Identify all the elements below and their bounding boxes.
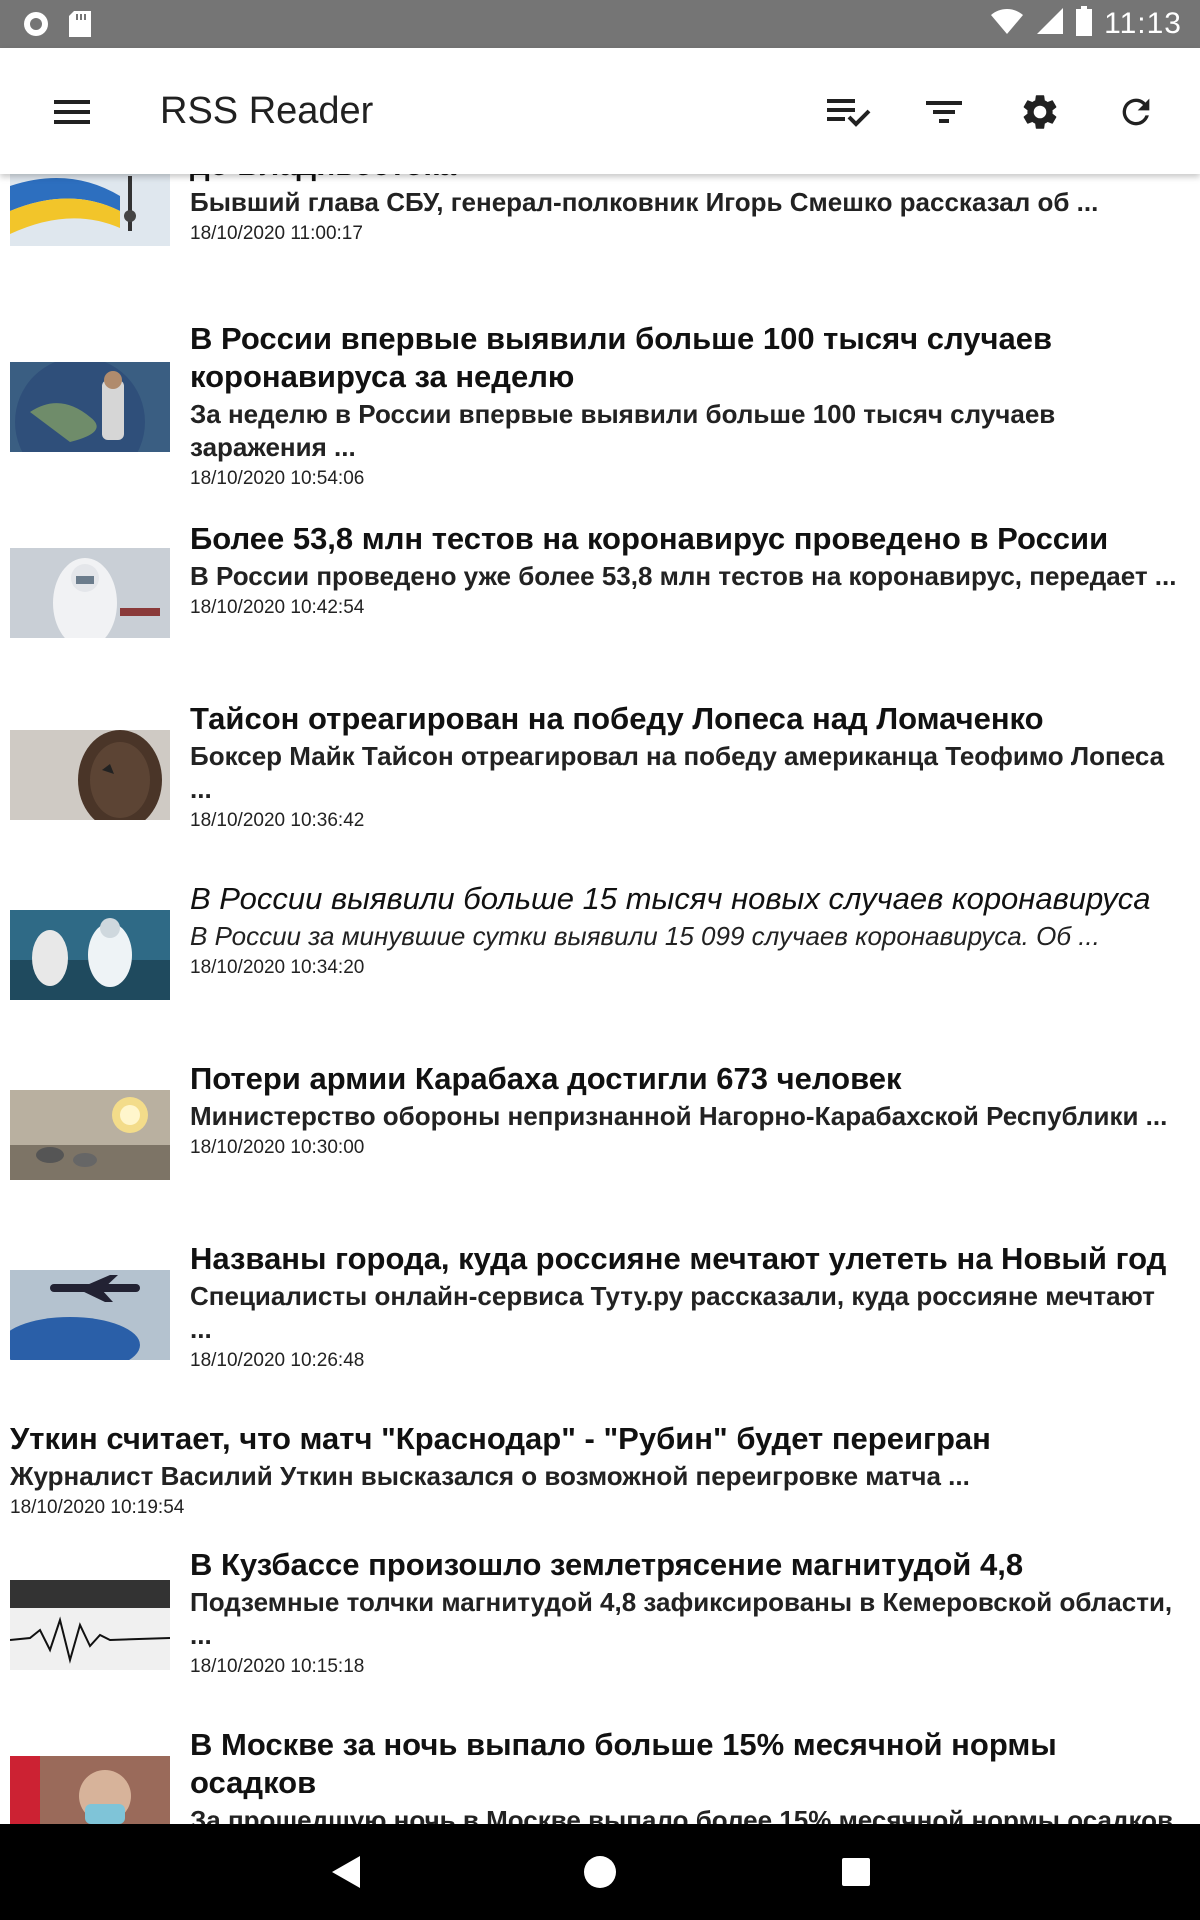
list-item[interactable]: В России впервые выявили больше 100 тыся… (0, 320, 1200, 500)
article-description: В России проведено уже более 53,8 млн те… (190, 561, 1177, 591)
article-description: В России за минувшие сутки выявили 15 09… (190, 921, 1100, 951)
article-date: 18/10/2020 10:54:06 (190, 468, 365, 489)
article-date: 18/10/2020 11:00:17 (190, 223, 363, 244)
list-item[interactable]: Потери армии Карабаха достигли 673 челов… (0, 1060, 1200, 1210)
list-item[interactable]: Названы города, куда россияне мечтают ул… (0, 1240, 1200, 1390)
mark-all-read-icon (827, 99, 871, 127)
article-title: Тайсон отреагирован на победу Лопеса над… (190, 701, 1044, 736)
article-title: Уткин считает, что матч "Краснодар" - "Р… (10, 1421, 991, 1456)
article-thumbnail (10, 1756, 170, 1824)
article-description: За неделю в России впервые выявили больш… (190, 399, 1056, 462)
article-title: В России впервые выявили больше 100 тыся… (190, 321, 1053, 394)
recents-button[interactable] (832, 1848, 880, 1896)
article-date: 18/10/2020 10:30:00 (190, 1137, 365, 1158)
sd-card-icon (68, 10, 92, 43)
article-date: 18/10/2020 10:42:54 (190, 597, 365, 618)
article-description: Боксер Майк Тайсон отреагировал на побед… (190, 741, 1165, 804)
sync-status-icon (22, 10, 50, 43)
mark-all-read-button[interactable] (822, 86, 874, 138)
article-date: 18/10/2020 10:15:18 (190, 1656, 365, 1677)
article-thumbnail (10, 1270, 170, 1360)
article-title: до Владивостока (190, 174, 1180, 184)
clock: 11:13 (1104, 6, 1182, 40)
list-item[interactable]: Более 53,8 млн тестов на коронавирус про… (0, 520, 1200, 670)
article-title: В России выявили больше 15 тысяч новых с… (190, 881, 1151, 916)
battery-icon (1076, 6, 1093, 41)
article-title: В Москве за ночь выпало больше 15% месяч… (190, 1727, 1057, 1800)
list-item[interactable]: В Кузбассе произошло землетрясение магни… (0, 1546, 1200, 1696)
system-nav-bar (0, 1824, 1200, 1920)
status-bar: 11:13 (0, 0, 1200, 48)
article-date: 18/10/2020 10:26:48 (190, 1350, 365, 1371)
settings-button[interactable] (1014, 86, 1066, 138)
back-icon (332, 1856, 360, 1888)
cell-signal-icon (1036, 7, 1064, 40)
filter-button[interactable] (918, 86, 970, 138)
wifi-icon (990, 7, 1024, 40)
article-description: За прошедшую ночь в Москве выпало более … (190, 1805, 1174, 1824)
article-date: 18/10/2020 10:19:54 (10, 1497, 185, 1518)
app-bar: RSS Reader (0, 48, 1200, 174)
article-thumbnail (10, 1580, 170, 1670)
article-description: Специалисты онлайн-сервиса Туту.ру расск… (190, 1281, 1155, 1344)
list-item[interactable]: Уткин считает, что матч "Краснодар" - "Р… (0, 1420, 1200, 1530)
home-button[interactable] (576, 1848, 624, 1896)
article-description: Бывший глава СБУ, генерал-полковник Игор… (190, 187, 1099, 217)
article-title: В Кузбассе произошло землетрясение магни… (190, 1547, 1024, 1582)
back-button[interactable] (322, 1848, 370, 1896)
list-item[interactable]: В России выявили больше 15 тысяч новых с… (0, 880, 1200, 1030)
list-item[interactable]: Тайсон отреагирован на победу Лопеса над… (0, 700, 1200, 850)
filter-icon (926, 101, 962, 123)
article-title: Названы города, куда россияне мечтают ул… (190, 1241, 1167, 1276)
list-item[interactable]: до Владивостока Бывший глава СБУ, генера… (0, 174, 1200, 296)
article-title: Потери армии Карабаха достигли 673 челов… (190, 1061, 902, 1096)
hamburger-icon (54, 100, 90, 124)
article-date: 18/10/2020 10:34:20 (190, 957, 365, 978)
article-description: Подземные толчки магнитудой 4,8 зафиксир… (190, 1587, 1173, 1650)
home-icon (584, 1856, 616, 1888)
recents-icon (842, 1858, 870, 1886)
app-title: RSS Reader (160, 90, 374, 132)
gear-icon (1023, 95, 1057, 129)
article-thumbnail (10, 174, 170, 246)
refresh-button[interactable] (1110, 86, 1162, 138)
article-date: 18/10/2020 10:36:42 (190, 810, 365, 831)
article-thumbnail (10, 730, 170, 820)
article-description: Министерство обороны непризнанной Нагорн… (190, 1101, 1168, 1131)
article-thumbnail (10, 910, 170, 1000)
article-thumbnail (10, 362, 170, 452)
menu-button[interactable] (46, 86, 98, 138)
news-feed-list[interactable]: до Владивостока Бывший глава СБУ, генера… (0, 174, 1200, 1824)
list-item[interactable]: В Москве за ночь выпало больше 15% месяч… (0, 1726, 1200, 1824)
article-title: Более 53,8 млн тестов на коронавирус про… (190, 521, 1109, 556)
article-thumbnail (10, 548, 170, 638)
refresh-icon (1122, 98, 1150, 126)
article-thumbnail (10, 1090, 170, 1180)
article-description: Журналист Василий Уткин высказался о воз… (10, 1461, 970, 1491)
